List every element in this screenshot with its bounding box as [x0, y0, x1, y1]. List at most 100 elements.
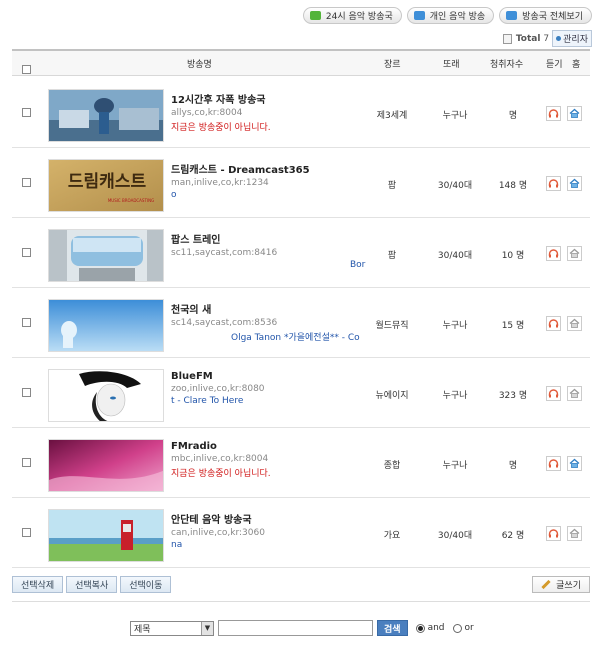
listeners-cell: 62 명 [501, 531, 525, 541]
pin-icon [556, 36, 562, 41]
chevron-down-icon: ▼ [201, 621, 213, 635]
col-age: 또래 [443, 60, 460, 70]
station-title[interactable]: 12시간후 자폭 방송국 [171, 91, 371, 106]
age-cell: 누구나 [442, 461, 468, 471]
station-title[interactable]: 팝스 트레인 [171, 231, 371, 246]
home-icon[interactable] [567, 316, 582, 331]
col-genre: 장르 [384, 60, 401, 70]
age-cell: 30/40대 [437, 531, 473, 541]
genre-cell: 뉴에이지 [375, 391, 409, 401]
home-icon[interactable] [567, 526, 582, 541]
headphones-icon[interactable] [546, 386, 561, 401]
station-address: mbc,inlive,co,kr:8004 [171, 454, 269, 464]
station-thumbnail[interactable] [48, 229, 164, 282]
copy-selected-button[interactable]: 선택복사 [66, 576, 118, 593]
table-row: 안단테 음악 방송국 can,inlive,co,kr:3060 na 가요 3… [12, 498, 590, 568]
listeners-cell: 10 명 [501, 251, 525, 261]
station-address: can,inlive,co,kr:3060 [171, 528, 265, 538]
headphones-icon[interactable] [546, 316, 561, 331]
station-address: sc11,saycast,com:8416 [171, 248, 278, 258]
home-icon[interactable] [567, 106, 582, 121]
total-bar: Total 7 관리자 [502, 30, 592, 47]
station-status: o [171, 190, 177, 200]
tab-label: 24시 음악 방송국 [325, 12, 393, 22]
search-button[interactable]: 검색 [377, 620, 408, 636]
search-bar: 제목 ▼ 검색 and or [130, 620, 474, 636]
total-label: Total [515, 33, 541, 44]
row-checkbox[interactable] [22, 248, 31, 257]
station-address: sc14,saycast,com:8536 [171, 318, 278, 328]
station-thumbnail[interactable] [48, 509, 164, 562]
genre-cell: 월드뮤직 [375, 321, 409, 331]
move-selected-button[interactable]: 선택이동 [120, 576, 172, 593]
or-radio[interactable] [452, 623, 462, 633]
table-header: 방송명 장르 또래 청취자수 듣기 홈 [12, 49, 590, 76]
search-field-select[interactable]: 제목 ▼ [130, 620, 214, 636]
home-icon[interactable] [567, 386, 582, 401]
station-status: 지금은 방송중이 아닙니다. [171, 469, 271, 479]
row-checkbox[interactable] [22, 108, 31, 117]
top-tabs: 24시 음악 방송국 개인 음악 방송 방송국 전체보기 [302, 7, 592, 24]
table-row: 팝스 트레인 sc11,saycast,com:8416 Bor 팝 30/40… [12, 218, 590, 288]
genre-cell: 팝 [387, 181, 397, 191]
search-input[interactable] [218, 620, 373, 636]
row-checkbox[interactable] [22, 318, 31, 327]
row-checkbox[interactable] [22, 388, 31, 397]
tab-all-stations[interactable]: 방송국 전체보기 [499, 7, 592, 24]
row-checkbox[interactable] [22, 458, 31, 467]
station-thumbnail[interactable] [48, 439, 164, 492]
select-all-checkbox[interactable] [22, 65, 31, 74]
home-icon[interactable] [567, 456, 582, 471]
station-address: zoo,inlive,co,kr:8080 [171, 384, 265, 394]
headphones-icon[interactable] [546, 106, 561, 121]
listeners-cell: 323 명 [498, 391, 528, 401]
headphones-icon[interactable] [546, 176, 561, 191]
col-listeners: 청취자수 [490, 60, 524, 70]
row-checkbox[interactable] [22, 178, 31, 187]
tab-24h-music[interactable]: 24시 음악 방송국 [302, 7, 402, 24]
station-title[interactable]: 천국의 새 [171, 301, 371, 316]
station-thumbnail[interactable] [48, 89, 164, 142]
station-status: t - Clare To Here [171, 396, 244, 406]
admin-button[interactable]: 관리자 [552, 30, 592, 47]
table-row: 드림캐스트 MUSIC BROADCASTING 드림캐스트 - Dreamca… [12, 148, 590, 218]
table-row: FMradio mbc,inlive,co,kr:8004 지금은 방송중이 아… [12, 428, 590, 498]
table-row: 천국의 새 sc14,saycast,com:8536 Olga Tanon *… [12, 288, 590, 358]
station-thumbnail[interactable] [48, 369, 164, 422]
music-icon [309, 11, 321, 20]
headphones-icon[interactable] [546, 526, 561, 541]
home-icon[interactable] [567, 246, 582, 261]
station-title[interactable]: BlueFM [171, 371, 371, 382]
home-icon[interactable] [567, 176, 582, 191]
tab-personal-music[interactable]: 개인 음악 방송 [406, 7, 495, 24]
divider [12, 601, 590, 602]
delete-selected-button[interactable]: 선택삭제 [12, 576, 64, 593]
pencil-icon [541, 579, 551, 590]
write-button[interactable]: 글쓰기 [532, 576, 590, 593]
station-title[interactable]: 드림캐스트 - Dreamcast365 [171, 161, 371, 176]
total-count: 7 [543, 33, 550, 44]
write-label: 글쓰기 [556, 581, 581, 591]
listeners-cell: 148 명 [498, 181, 528, 191]
station-thumbnail[interactable] [48, 299, 164, 352]
station-title[interactable]: 안단테 음악 방송국 [171, 511, 371, 526]
list-icon [506, 11, 518, 20]
genre-cell: 팝 [387, 251, 397, 261]
col-listen: 듣기 [546, 60, 563, 70]
headphones-icon[interactable] [546, 456, 561, 471]
age-cell: 30/40대 [437, 251, 473, 261]
and-radio[interactable] [415, 623, 425, 633]
age-cell: 누구나 [442, 321, 468, 331]
station-title[interactable]: FMradio [171, 441, 371, 452]
document-icon [502, 33, 512, 44]
tab-label: 개인 음악 방송 [429, 12, 486, 22]
col-home: 홈 [572, 60, 581, 70]
station-address: allys,co,kr:8004 [171, 108, 243, 118]
station-thumbnail[interactable]: 드림캐스트 MUSIC BROADCASTING [48, 159, 164, 212]
admin-label: 관리자 [563, 35, 588, 45]
age-cell: 누구나 [442, 111, 468, 121]
music-note-icon [413, 11, 425, 20]
row-checkbox[interactable] [22, 528, 31, 537]
headphones-icon[interactable] [546, 246, 561, 261]
age-cell: 누구나 [442, 391, 468, 401]
